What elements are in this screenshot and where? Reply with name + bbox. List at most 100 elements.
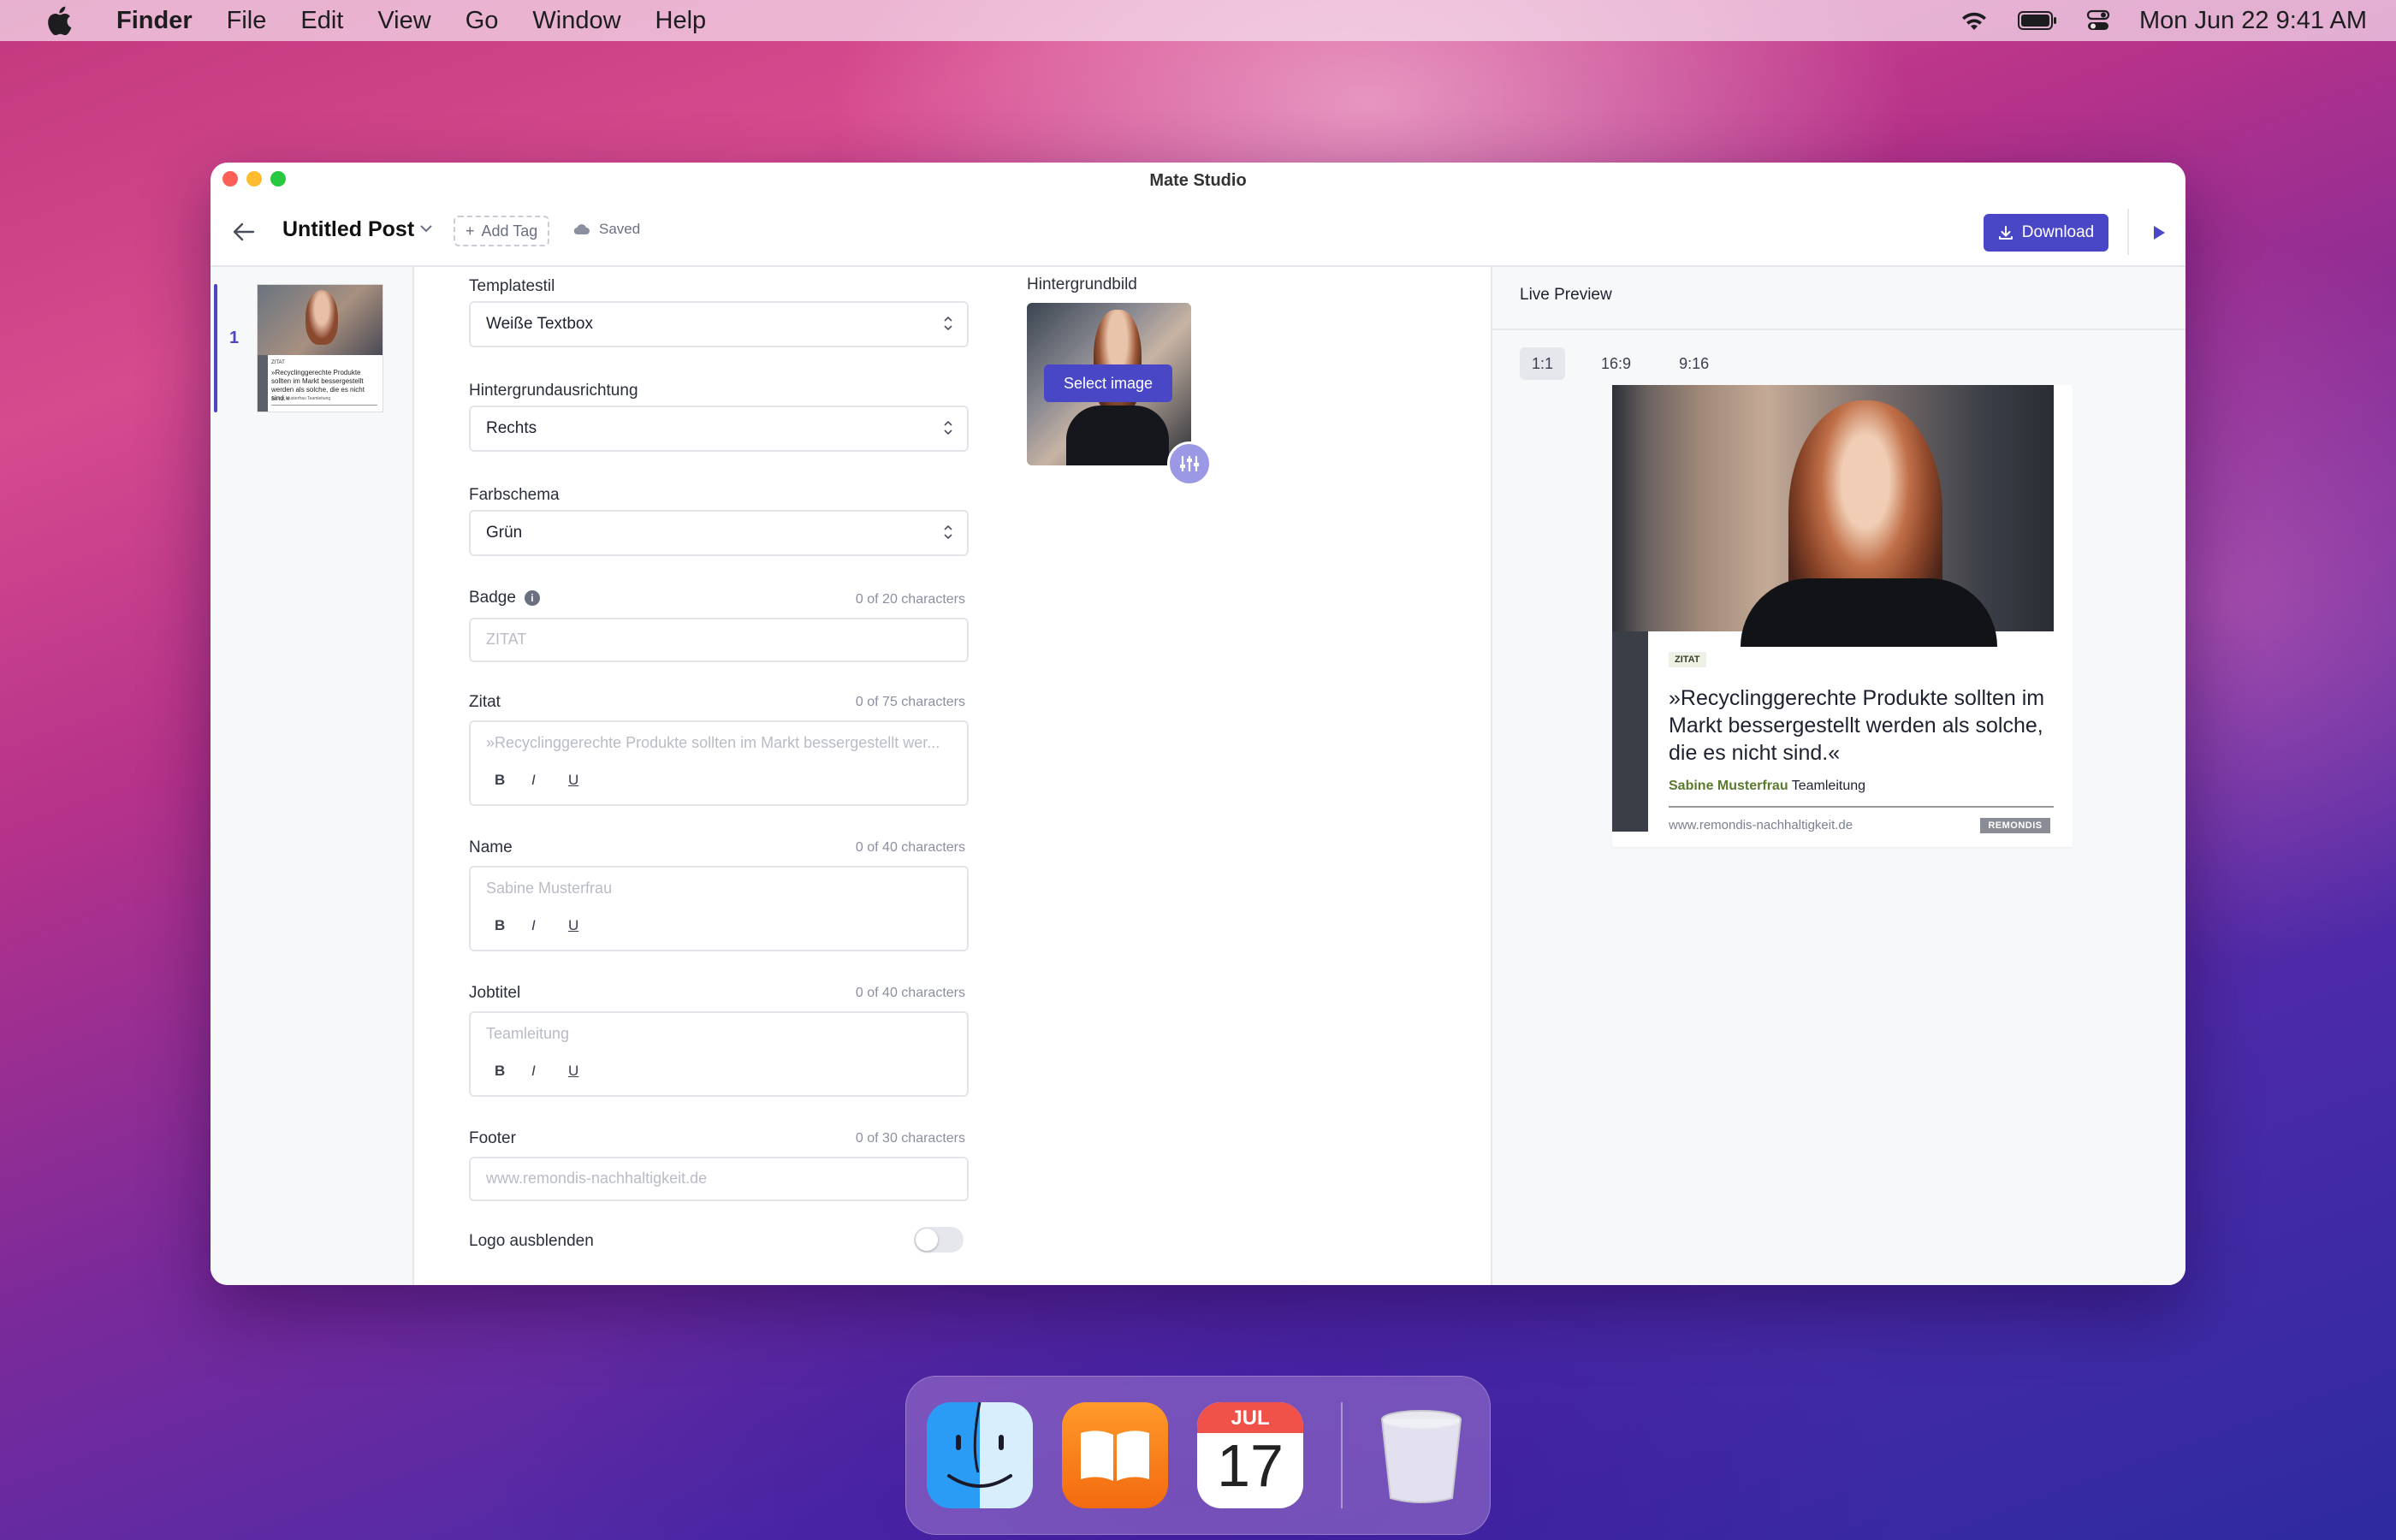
saved-status: Saved: [573, 221, 640, 238]
bold-button[interactable]: B: [495, 917, 531, 934]
menu-file[interactable]: File: [227, 7, 267, 35]
thumbnail-badge: ZITAT: [271, 360, 285, 365]
open-book-icon: [1081, 1430, 1149, 1481]
calendar-month: JUL: [1197, 1402, 1303, 1433]
calendar-icon[interactable]: JUL 17: [1197, 1402, 1303, 1508]
plus-icon: +: [466, 222, 475, 240]
select-image-button[interactable]: Select image: [1044, 364, 1172, 402]
background-image-preview[interactable]: Select image: [1027, 303, 1191, 465]
italic-button[interactable]: I: [531, 917, 568, 934]
sliders-icon: [1180, 456, 1199, 471]
template-style-select[interactable]: Weiße Textbox: [469, 301, 969, 347]
minimize-window-button[interactable]: [246, 171, 262, 187]
thumbnail-portrait: [305, 290, 338, 345]
italic-button[interactable]: I: [531, 772, 568, 789]
play-icon[interactable]: [2151, 224, 2167, 241]
bold-button[interactable]: B: [495, 772, 531, 789]
control-center-icon[interactable]: [2086, 9, 2110, 33]
finder-icon[interactable]: [927, 1402, 1033, 1508]
format-toolbar: B I U: [495, 917, 605, 934]
dock: JUL 17: [905, 1376, 1491, 1535]
alignment-select[interactable]: Rechts: [469, 406, 969, 452]
template-style-label: Templatestil: [469, 277, 555, 295]
select-arrows-icon: [944, 524, 952, 540]
close-window-button[interactable]: [222, 171, 238, 187]
trash-icon[interactable]: [1368, 1402, 1474, 1508]
name-editor[interactable]: Sabine Musterfrau B I U: [469, 866, 969, 951]
alignment-value: Rechts: [486, 419, 537, 437]
title-bar: Mate Studio: [211, 163, 2185, 198]
hide-logo-toggle[interactable]: [914, 1227, 964, 1253]
apple-icon[interactable]: [46, 6, 72, 35]
active-slide-indicator: [214, 284, 217, 412]
job-title-placeholder: Teamleitung: [486, 1025, 570, 1042]
saved-label: Saved: [599, 221, 641, 237]
add-tag-button[interactable]: + Add Tag: [454, 216, 550, 246]
color-scheme-value: Grün: [486, 524, 523, 542]
battery-icon[interactable]: [2018, 10, 2057, 31]
add-tag-label: Add Tag: [481, 222, 538, 240]
portrait-body: [1066, 406, 1169, 465]
dock-divider: [1341, 1402, 1343, 1508]
footer-input[interactable]: www.remondis-nachhaltigkeit.de: [469, 1157, 969, 1201]
ratio-16-9-tab[interactable]: 16:9: [1589, 347, 1643, 380]
info-icon[interactable]: i: [524, 589, 540, 606]
finder-face-icon: [947, 1402, 1012, 1488]
books-icon[interactable]: [1062, 1402, 1168, 1508]
chevron-down-icon[interactable]: [419, 224, 433, 233]
italic-button[interactable]: I: [531, 1063, 568, 1080]
menu-clock[interactable]: Mon Jun 22 9:41 AM: [2139, 7, 2367, 35]
thumbnail-name: Sabine Musterfrau Teamleitung: [271, 396, 331, 401]
quote-label: Zitat: [469, 693, 501, 711]
preview-footer: www.remondis-nachhaltigkeit.de: [1669, 818, 1853, 832]
menu-window[interactable]: Window: [532, 7, 620, 35]
zoom-window-button[interactable]: [270, 171, 286, 187]
menu-view[interactable]: View: [377, 7, 430, 35]
quote-placeholder: »Recyclinggerechte Produkte sollten im M…: [486, 734, 940, 751]
background-image-label: Hintergrundbild: [1027, 275, 1137, 293]
underline-button[interactable]: U: [568, 1063, 605, 1080]
trash-can-icon: [1381, 1410, 1462, 1503]
aspect-ratio-tabs: 1:1 16:9 9:16: [1520, 347, 1745, 380]
toolbar-divider: [2127, 209, 2129, 255]
name-placeholder: Sabine Musterfrau: [486, 880, 613, 897]
cloud-icon: [573, 224, 590, 235]
post-title[interactable]: Untitled Post: [282, 217, 414, 242]
hide-logo-label: Logo ausblenden: [469, 1232, 594, 1250]
badge-placeholder: ZITAT: [486, 631, 527, 648]
menu-help[interactable]: Help: [655, 7, 707, 35]
ratio-9-16-tab[interactable]: 9:16: [1667, 347, 1721, 380]
ratio-1-1-tab[interactable]: 1:1: [1520, 347, 1566, 380]
underline-button[interactable]: U: [568, 772, 605, 789]
back-arrow-icon[interactable]: [233, 222, 255, 241]
menu-go[interactable]: Go: [466, 7, 499, 35]
alignment-label: Hintergrundausrichtung: [469, 382, 638, 400]
live-preview-title: Live Preview: [1520, 286, 1612, 304]
slide-thumbnail[interactable]: ZITAT »Recyclinggerechte Produkte sollte…: [257, 284, 383, 412]
adjust-image-button[interactable]: [1167, 441, 1212, 486]
badge-char-count: 0 of 20 characters: [855, 592, 965, 607]
window-title: Mate Studio: [1149, 171, 1247, 190]
name-label: Name: [469, 838, 513, 856]
name-char-count: 0 of 40 characters: [855, 840, 965, 855]
quote-editor[interactable]: »Recyclinggerechte Produkte sollten im M…: [469, 720, 969, 806]
format-toolbar: B I U: [495, 772, 605, 789]
template-form: Templatestil Weiße Textbox Hintergrundau…: [469, 267, 1017, 1285]
footer-char-count: 0 of 30 characters: [855, 1131, 965, 1146]
slide-number: 1: [229, 329, 240, 347]
color-scheme-select[interactable]: Grün: [469, 510, 969, 556]
download-button[interactable]: Download: [1984, 214, 2108, 252]
download-icon: [1998, 226, 2013, 240]
menu-bar: Finder File Edit View Go Window Help Mon…: [0, 0, 2396, 41]
badge-input[interactable]: ZITAT: [469, 618, 969, 662]
underline-button[interactable]: U: [568, 917, 605, 934]
preview-job: Teamleitung: [1791, 779, 1866, 793]
menu-app-finder[interactable]: Finder: [116, 7, 193, 35]
toggle-knob: [916, 1229, 938, 1251]
bold-button[interactable]: B: [495, 1063, 531, 1080]
wifi-icon[interactable]: [1960, 9, 1989, 32]
thumbnail-divider: [271, 405, 377, 406]
job-title-editor[interactable]: Teamleitung B I U: [469, 1011, 969, 1097]
color-scheme-label: Farbschema: [469, 486, 560, 504]
menu-edit[interactable]: Edit: [300, 7, 343, 35]
